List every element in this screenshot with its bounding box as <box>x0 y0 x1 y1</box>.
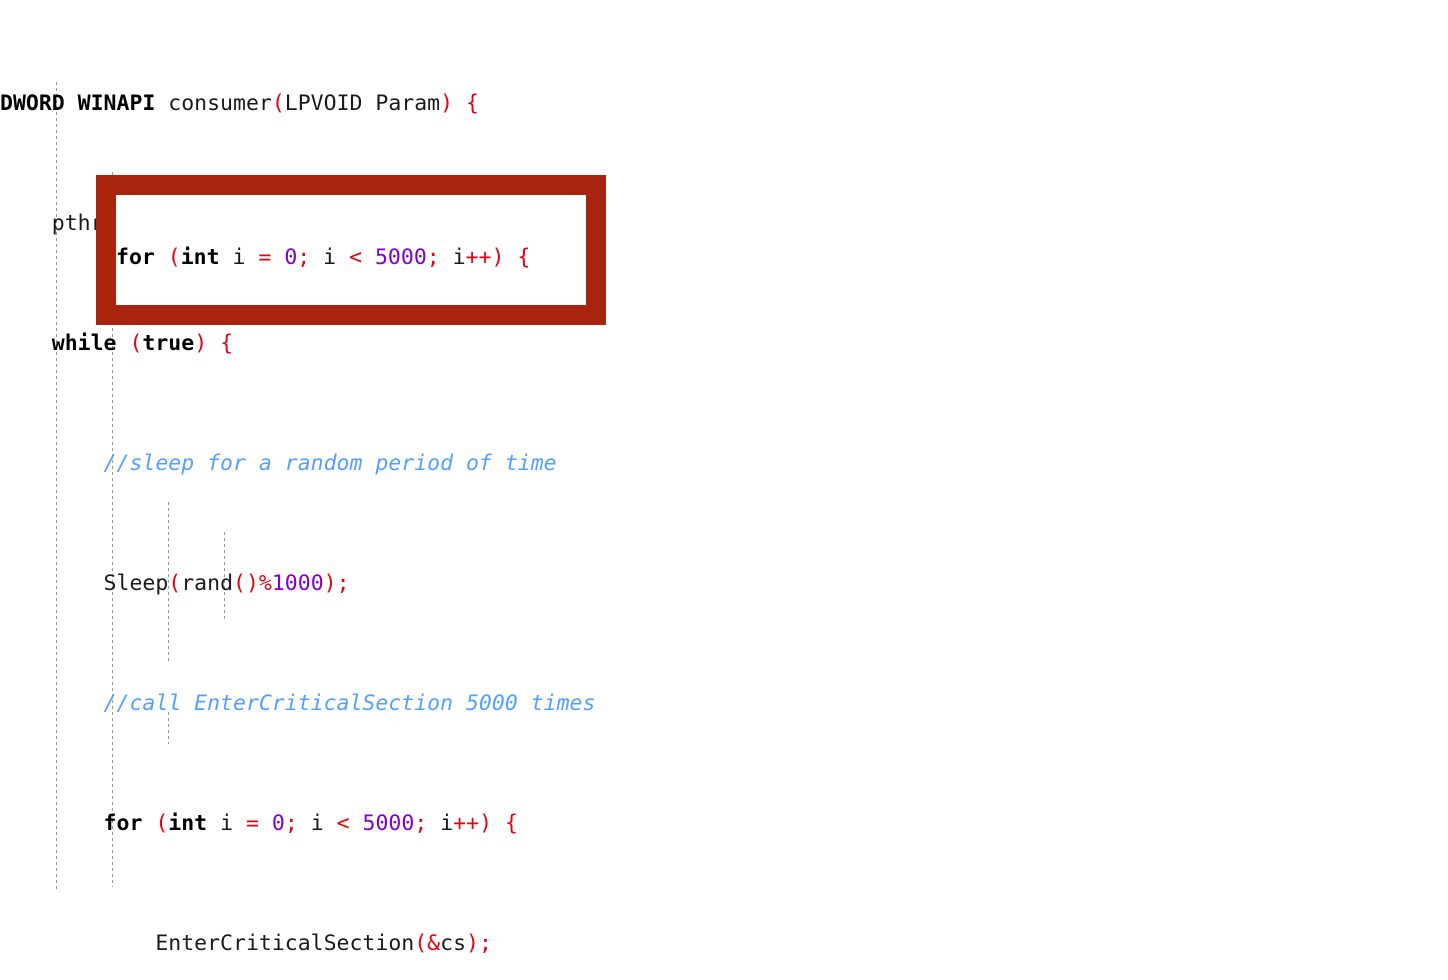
token-punctuation: ( <box>271 91 285 116</box>
code-line-comment: //call EnterCriticalSection 5000 times <box>0 689 1448 719</box>
token-operator: % <box>258 571 272 596</box>
token-punctuation: ) <box>491 245 505 270</box>
token-function: Sleep <box>0 571 169 596</box>
token-operator: & <box>427 931 441 956</box>
token-punctuation: ); <box>323 571 350 596</box>
token-comment: //call EnterCriticalSection 5000 times <box>0 691 596 716</box>
code-line: DWORD WINAPI consumer(LPVOID Param) { <box>0 89 1448 119</box>
highlight-box-code: for (int i = 0; i < 5000; i++) { EnterCr… <box>116 183 586 317</box>
token-operator: < <box>349 245 363 270</box>
token-identifier: cs <box>440 931 467 956</box>
token-punctuation: ( <box>155 811 169 836</box>
token-identifier: i <box>207 811 246 836</box>
token-identifier <box>362 245 375 270</box>
token-keyword: true <box>142 331 195 356</box>
token-punctuation: ; <box>426 245 440 270</box>
token-punctuation: ( <box>167 245 181 270</box>
token-keyword: while <box>0 331 130 356</box>
token-punctuation: ); <box>466 931 492 956</box>
token-punctuation: () <box>233 571 259 596</box>
token-number: 0 <box>284 245 298 270</box>
highlight-code-line: for (int i = 0; i < 5000; i++) { <box>116 243 586 273</box>
token-number: 1000 <box>271 571 324 596</box>
token-punctuation: ( <box>414 931 428 956</box>
token-punctuation: ; <box>414 811 428 836</box>
token-identifier: i <box>297 811 337 836</box>
token-keyword: for <box>0 811 156 836</box>
code-screenshot: DWORD WINAPI consumer(LPVOID Param) { pt… <box>0 0 1448 980</box>
token-function: consumer <box>168 91 272 116</box>
token-punctuation: { <box>466 91 479 116</box>
token-identifier <box>207 331 220 356</box>
code-editor-text: DWORD WINAPI consumer(LPVOID Param) { pt… <box>0 0 1448 980</box>
token-function: rand <box>181 571 234 596</box>
code-line-comment: //sleep for a random period of time <box>0 449 1448 479</box>
code-line: Sleep(rand()%1000); <box>0 569 1448 599</box>
token-number: 0 <box>271 811 285 836</box>
token-identifier <box>492 811 505 836</box>
token-identifier <box>453 91 466 116</box>
token-comment: //sleep for a random period of time <box>0 451 557 476</box>
token-punctuation: { <box>504 811 518 836</box>
token-operator: ++ <box>465 245 492 270</box>
token-keyword: int <box>168 811 208 836</box>
token-identifier <box>259 811 272 836</box>
token-keyword: int <box>180 245 220 270</box>
token-identifier <box>350 811 363 836</box>
token-punctuation: ) <box>440 91 454 116</box>
token-identifier: i <box>427 811 454 836</box>
token-operator: ++ <box>453 811 480 836</box>
token-keyword: for <box>116 245 168 270</box>
token-punctuation: ( <box>168 571 182 596</box>
token-operator: = <box>245 811 259 836</box>
token-identifier: i <box>439 245 466 270</box>
code-line: while (true) { <box>0 329 1448 359</box>
token-identifier: i <box>219 245 259 270</box>
token-punctuation: { <box>220 331 234 356</box>
code-line: EnterCriticalSection(&cs); <box>0 929 1448 959</box>
token-punctuation: ) <box>479 811 493 836</box>
code-line: for (int i = 0; i < 5000; i++) { <box>0 809 1448 839</box>
token-punctuation: ) <box>194 331 208 356</box>
token-identifier <box>271 245 284 270</box>
token-function: EnterCriticalSection <box>0 931 415 956</box>
token-identifier <box>504 245 517 270</box>
token-punctuation: ( <box>129 331 143 356</box>
token-operator: < <box>336 811 350 836</box>
token-operator: = <box>258 245 272 270</box>
token-identifier: i <box>310 245 350 270</box>
token-punctuation: ; <box>284 811 298 836</box>
token-number: 5000 <box>374 245 427 270</box>
token-punctuation: ; <box>297 245 311 270</box>
token-identifier: LPVOID Param <box>284 91 441 116</box>
token-number: 5000 <box>362 811 415 836</box>
token-punctuation: { <box>517 245 531 270</box>
token-keyword: DWORD WINAPI <box>0 91 169 116</box>
